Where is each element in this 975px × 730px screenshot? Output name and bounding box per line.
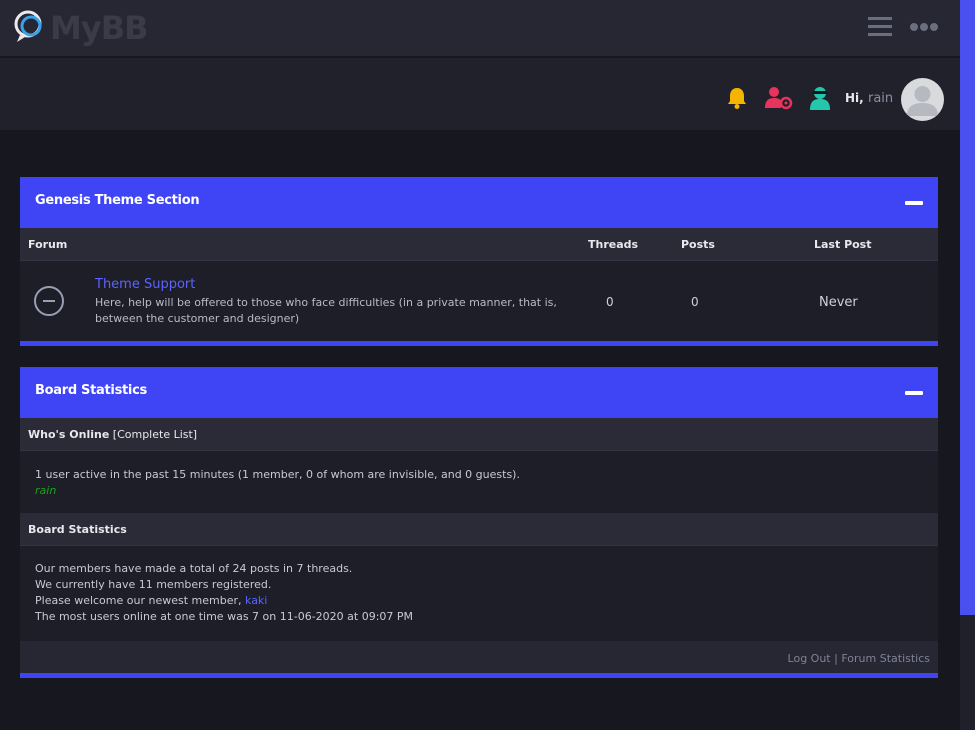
board-stats-header: Board Statistics xyxy=(20,367,938,418)
logo-text: MyBB xyxy=(50,9,148,47)
column-posts: Posts xyxy=(681,238,715,251)
board-stats-subheading: Board Statistics xyxy=(28,523,127,536)
online-summary: 1 user active in the past 15 minutes (1 … xyxy=(35,468,520,481)
greeting-text: Hi, xyxy=(845,91,864,105)
board-statistics-panel: Board Statistics Who's Online [Complete … xyxy=(20,367,938,678)
username-link[interactable]: rain xyxy=(868,91,893,106)
scrollbar-thumb[interactable] xyxy=(960,0,975,615)
user-moderator-icon[interactable] xyxy=(808,86,834,110)
whos-online-header: Who's Online [Complete List] xyxy=(20,418,938,451)
category-header: Genesis Theme Section xyxy=(20,177,938,228)
stats-line-newest: Please welcome our newest member, kaki xyxy=(35,593,413,609)
column-last-post: Last Post xyxy=(814,238,872,251)
stats-line-members: We currently have 11 members registered. xyxy=(35,578,272,591)
logout-link[interactable]: Log Out xyxy=(788,652,831,665)
bell-icon[interactable] xyxy=(725,86,751,110)
column-forum: Forum xyxy=(28,238,68,251)
panel-bottom-border xyxy=(20,673,938,678)
footer-separator: | xyxy=(834,652,838,665)
forum-name-link[interactable]: Theme Support xyxy=(95,277,195,292)
forum-description: Here, help will be offered to those who … xyxy=(95,296,557,325)
complete-list-link[interactable]: [Complete List] xyxy=(113,428,197,441)
forum-category-panel: Genesis Theme Section Forum Threads Post… xyxy=(20,177,938,346)
category-title[interactable]: Genesis Theme Section xyxy=(35,193,200,208)
forum-threads-count: 0 xyxy=(606,295,614,309)
newest-member-prefix: Please welcome our newest member, xyxy=(35,594,242,607)
whos-online-body: 1 user active in the past 15 minutes (1 … xyxy=(20,451,938,513)
forum-statistics-link[interactable]: Forum Statistics xyxy=(841,652,930,665)
user-panel xyxy=(0,58,960,130)
collapse-icon[interactable] xyxy=(905,201,923,205)
board-stats-footer: Log Out | Forum Statistics xyxy=(20,641,938,673)
board-stats-title: Board Statistics xyxy=(35,383,147,398)
whos-online-heading: Who's Online xyxy=(28,428,110,441)
forum-status-icon xyxy=(34,286,64,316)
user-settings-icon[interactable] xyxy=(765,86,793,110)
board-stats-subheader: Board Statistics xyxy=(20,513,938,546)
online-member-link[interactable]: rain xyxy=(35,483,56,499)
site-logo[interactable]: MyBB xyxy=(12,8,148,48)
column-threads: Threads xyxy=(588,238,639,251)
more-dots-icon[interactable] xyxy=(909,16,939,38)
chat-bubble-logo-icon xyxy=(12,8,48,48)
board-stats-body: Our members have made a total of 24 post… xyxy=(20,546,938,641)
forum-row: Theme Support Here, help will be offered… xyxy=(20,261,938,341)
forum-posts-count: 0 xyxy=(691,295,699,309)
top-navbar: MyBB xyxy=(0,0,960,56)
hamburger-menu-icon[interactable] xyxy=(866,14,894,40)
stats-line-record: The most users online at one time was 7 … xyxy=(35,610,414,623)
stats-line-posts: Our members have made a total of 24 post… xyxy=(35,562,353,575)
panel-bottom-border xyxy=(20,341,938,346)
forum-last-post: Never xyxy=(819,295,858,310)
avatar-icon[interactable] xyxy=(901,78,944,121)
newest-member-link[interactable]: kaki xyxy=(245,594,267,607)
scrollbar-track[interactable] xyxy=(960,615,975,730)
forum-table-header: Forum Threads Posts Last Post xyxy=(20,228,938,261)
collapse-icon[interactable] xyxy=(905,391,923,395)
